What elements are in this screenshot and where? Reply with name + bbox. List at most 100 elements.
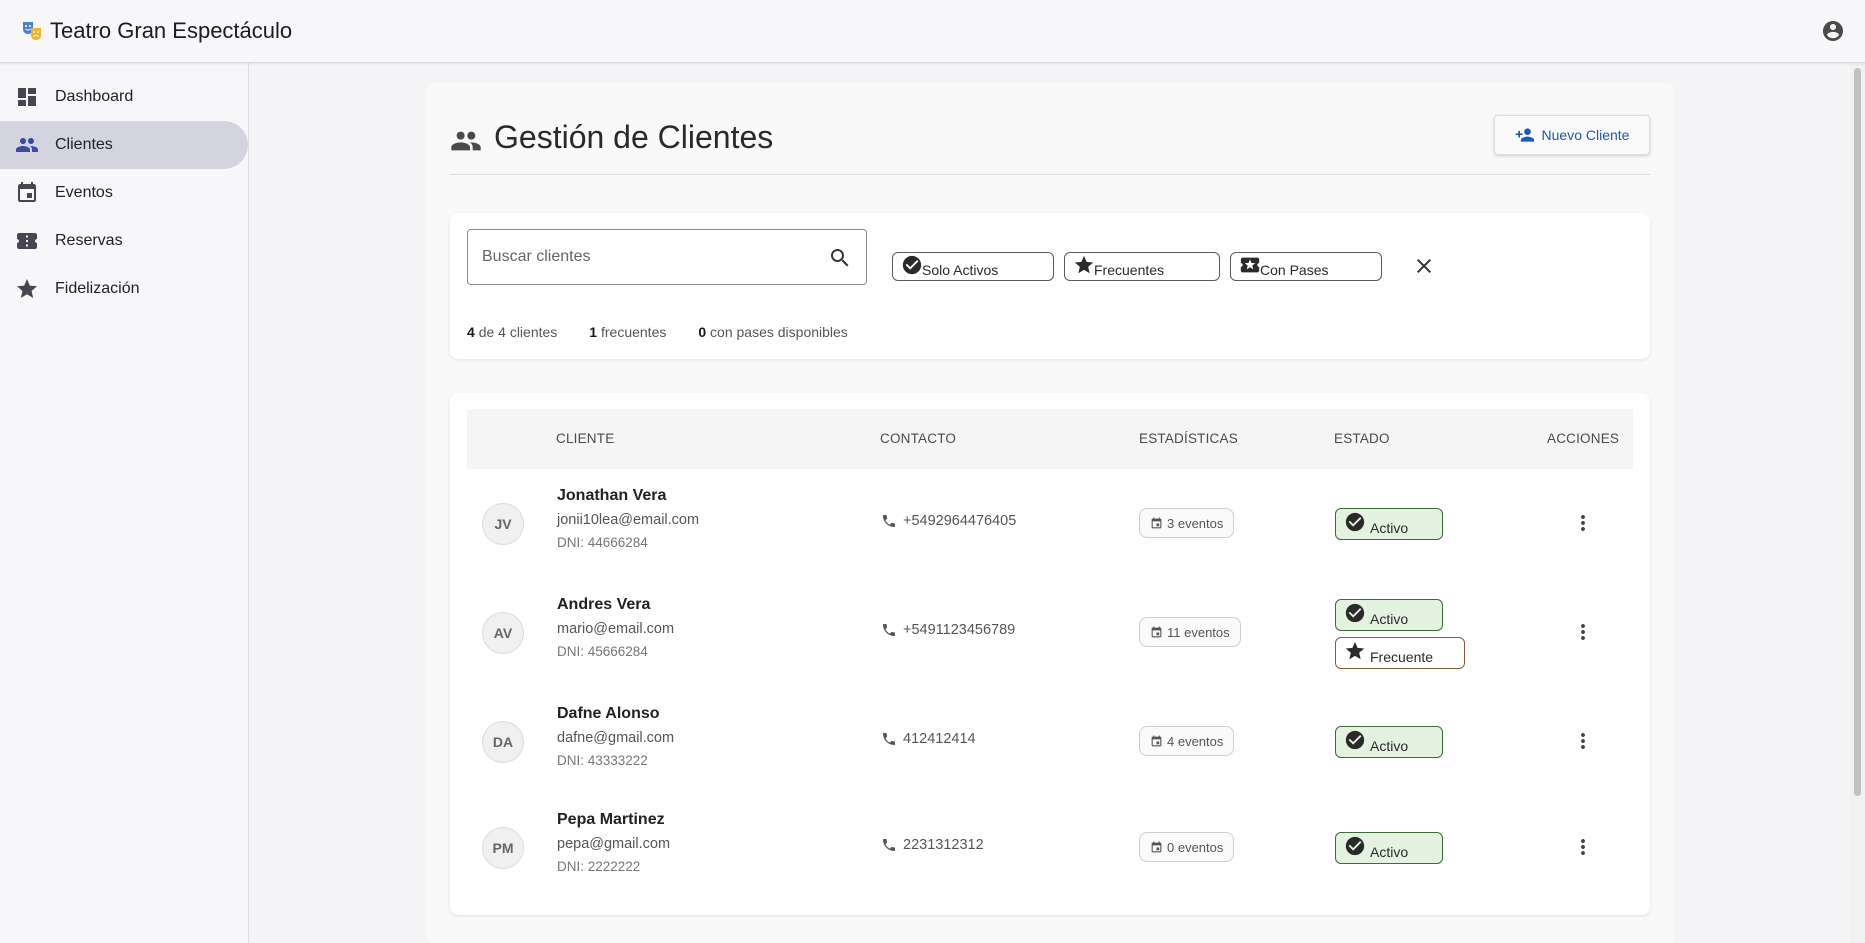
nav-list: Dashboard Clientes Eventos Reservas Fide… [0, 63, 248, 313]
sidebar-item-clientes[interactable]: Clientes [0, 121, 248, 169]
more-vert-icon[interactable] [1571, 729, 1595, 753]
person-add-icon [1515, 128, 1534, 142]
client-dni: DNI: 45666284 [557, 644, 648, 659]
page-header: Gestión de Clientes Nuevo Cliente [450, 115, 1650, 175]
chip-label: Solo Activos [922, 262, 999, 278]
status-badge-activo: Activo [1335, 508, 1443, 540]
ticket-star-icon [1240, 257, 1260, 273]
status-badge-activo: Activo [1335, 726, 1443, 758]
sidebar: Dashboard Clientes Eventos Reservas Fide… [0, 63, 249, 943]
star-icon [1345, 641, 1365, 660]
main-panel: Gestión de Clientes Nuevo Cliente Solo A… [426, 83, 1674, 943]
events-count-chip: 3 eventos [1139, 508, 1235, 538]
filter-chip-frecuentes[interactable]: Frecuentes [1064, 252, 1220, 281]
table-header: CLIENTE CONTACTO ESTADÍSTICAS ESTADO ACC… [467, 409, 1633, 469]
dashboard-icon [18, 88, 36, 106]
people-icon [451, 131, 481, 151]
column-header-estadisticas: ESTADÍSTICAS [1139, 431, 1238, 446]
new-client-label: Nuevo Cliente [1541, 127, 1630, 143]
phone-icon [883, 839, 895, 851]
client-name: Pepa Martinez [557, 811, 665, 828]
more-vert-icon[interactable] [1571, 511, 1595, 535]
client-phone: 412412414 [881, 731, 976, 747]
sidebar-item-label: Dashboard [55, 88, 134, 105]
client-name: Jonathan Vera [557, 487, 667, 504]
new-client-button[interactable]: Nuevo Cliente [1494, 115, 1650, 155]
search-input[interactable] [482, 230, 822, 284]
client-name: Andres Vera [557, 596, 651, 613]
chip-label: Frecuentes [1094, 262, 1165, 278]
sidebar-item-dashboard[interactable]: Dashboard [0, 73, 248, 121]
avatar: JV [482, 503, 524, 545]
sidebar-item-fidelizacion[interactable]: Fidelización [0, 265, 248, 313]
account-circle-icon[interactable] [1821, 19, 1845, 43]
chip-label: Con Pases [1260, 262, 1329, 278]
avatar: DA [482, 721, 524, 763]
calendar-icon [1151, 517, 1162, 528]
sidebar-item-label: Fidelización [55, 280, 140, 297]
top-app-bar: Teatro Gran Espectáculo [0, 0, 1865, 63]
column-header-cliente: CLIENTE [556, 431, 615, 446]
check-circle-icon [902, 255, 922, 275]
check-circle-icon [1345, 730, 1365, 750]
table-row[interactable]: JV Jonathan Vera jonii10lea@email.com DN… [467, 469, 1633, 577]
column-header-acciones: ACCIONES [1547, 431, 1620, 446]
scrollbar-thumb[interactable] [1854, 68, 1861, 796]
ticket-icon [17, 233, 37, 249]
search-icon[interactable] [828, 246, 852, 270]
table-row[interactable]: AV Andres Vera mario@email.com DNI: 4566… [467, 577, 1633, 685]
clients-table: CLIENTE CONTACTO ESTADÍSTICAS ESTADO ACC… [450, 393, 1650, 915]
status-badge-activo: Activo [1335, 832, 1443, 864]
client-name: Dafne Alonso [557, 705, 660, 722]
results-summary: 4 de 4 clientes 1 frecuentes 0 con pases… [467, 324, 848, 340]
check-circle-icon [1345, 603, 1365, 623]
status-badge-activo: Activo [1335, 599, 1443, 631]
more-vert-icon[interactable] [1571, 620, 1595, 644]
table-row[interactable]: DA Dafne Alonso dafne@gmail.com DNI: 433… [467, 686, 1633, 794]
clear-filters-close-icon[interactable] [1412, 254, 1436, 278]
events-count-chip: 0 eventos [1139, 832, 1235, 862]
people-icon [16, 138, 38, 152]
client-dni: DNI: 44666284 [557, 535, 648, 550]
filter-chip-solo-activos[interactable]: Solo Activos [892, 252, 1054, 281]
sidebar-item-label: Reservas [55, 232, 123, 249]
client-phone: 2231312312 [881, 837, 984, 853]
client-dni: DNI: 2222222 [557, 859, 641, 874]
client-email: mario@email.com [557, 621, 675, 637]
sidebar-item-label: Eventos [55, 184, 113, 201]
filter-chip-con-pases[interactable]: Con Pases [1230, 252, 1382, 281]
check-circle-icon [1345, 512, 1365, 532]
avatar: PM [482, 827, 524, 869]
phone-icon [883, 515, 895, 527]
calendar-icon [1151, 841, 1162, 852]
sidebar-item-label: Clientes [55, 136, 113, 153]
column-header-estado: ESTADO [1334, 431, 1390, 446]
column-header-contacto: CONTACTO [880, 431, 957, 446]
page-title: Gestión de Clientes [494, 119, 774, 155]
app-title: Teatro Gran Espectáculo [50, 18, 293, 43]
more-vert-icon[interactable] [1571, 835, 1595, 859]
sidebar-item-eventos[interactable]: Eventos [0, 169, 248, 217]
events-count-chip: 4 eventos [1139, 726, 1235, 756]
phone-icon [883, 733, 895, 745]
client-email: jonii10lea@email.com [557, 512, 700, 528]
scrollbar[interactable] [1850, 63, 1865, 943]
filter-card: Solo Activos Frecuentes Con Pases 4 de 4… [450, 213, 1650, 359]
avatar: AV [482, 612, 524, 654]
calendar-icon [1151, 735, 1162, 746]
search-field[interactable] [467, 229, 867, 285]
client-email: dafne@gmail.com [557, 730, 675, 746]
client-phone: +5492964476405 [881, 513, 1016, 529]
count-passes: 0 con pases disponibles [698, 324, 848, 340]
status-badge-frecuente: Frecuente [1335, 637, 1465, 669]
star-icon [17, 279, 37, 298]
sidebar-item-reservas[interactable]: Reservas [0, 217, 248, 265]
count-clients: 4 de 4 clientes [467, 324, 558, 340]
calendar-icon [18, 182, 36, 202]
client-email: pepa@gmail.com [557, 836, 671, 852]
theater-masks-icon [23, 22, 41, 40]
count-frequent: 1 frecuentes [589, 324, 667, 340]
check-circle-icon [1345, 836, 1365, 856]
calendar-icon [1151, 626, 1162, 637]
table-row[interactable]: PM Pepa Martinez pepa@gmail.com DNI: 222… [467, 792, 1633, 900]
